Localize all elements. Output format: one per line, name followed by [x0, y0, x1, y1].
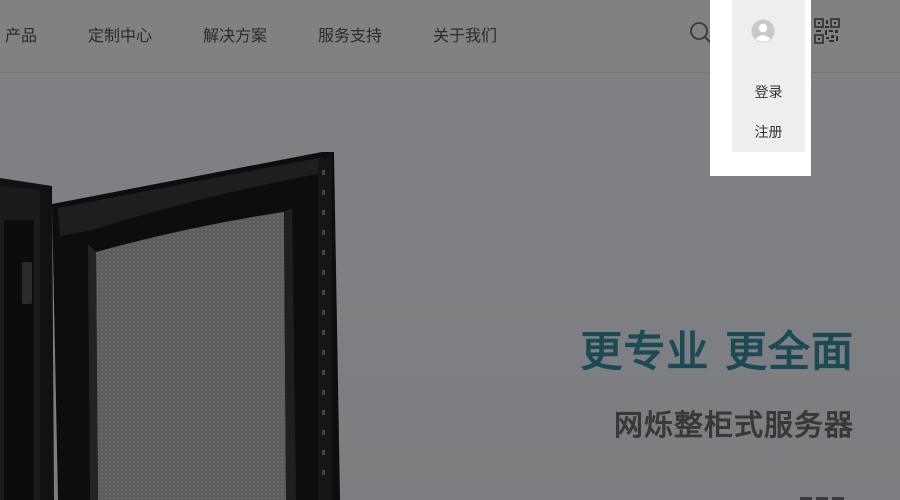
nav-item-products[interactable]: 产品 — [5, 22, 37, 46]
login-link[interactable]: 登录 — [732, 82, 805, 102]
qr-code-icon[interactable] — [814, 18, 840, 44]
user-avatar-icon[interactable] — [751, 19, 775, 43]
page: 更专业 更全面 网烁整柜式服务器 产品 定制中心 解决方案 服务支持 关于我们 — [0, 0, 900, 500]
server-cabinet-image — [0, 152, 340, 500]
user-dropdown: 登录 注册 — [710, 0, 811, 176]
hero-subline: 网烁整柜式服务器 — [613, 408, 854, 442]
nav-item-custom-center[interactable]: 定制中心 — [88, 22, 152, 46]
hero-headline: 更专业 更全面 — [580, 327, 854, 376]
nav-item-support[interactable]: 服务支持 — [318, 22, 382, 46]
nav-item-about[interactable]: 关于我们 — [433, 22, 497, 46]
nav-item-solutions[interactable]: 解决方案 — [203, 22, 267, 46]
register-link[interactable]: 注册 — [732, 122, 805, 142]
hero-text-fragment — [800, 488, 844, 500]
